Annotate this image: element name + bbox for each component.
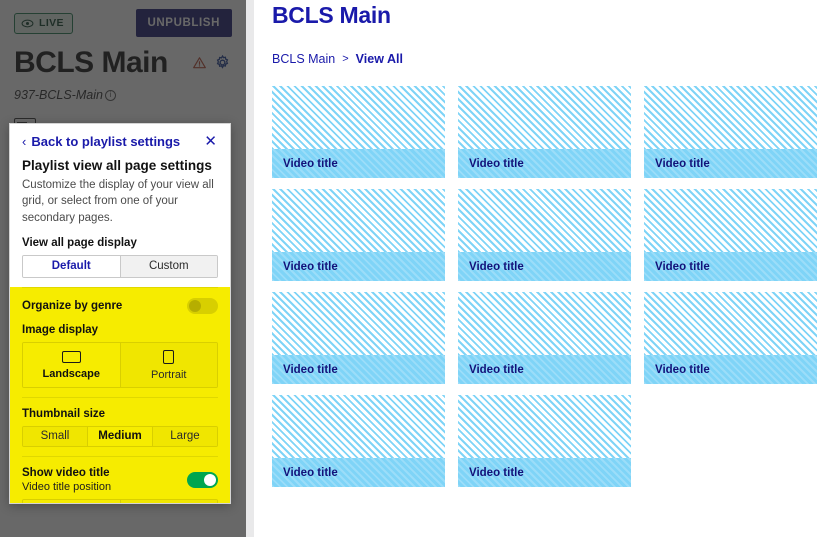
view-all-page-display-segmented: Default Custom	[22, 254, 218, 278]
playlist-title-row: BCLS Main	[14, 46, 232, 79]
image-display-portrait-label: Portrait	[151, 368, 187, 381]
video-title-band: Video title	[272, 458, 445, 487]
video-title-band: Video title	[644, 149, 817, 178]
thumbnail-size-label: Thumbnail size	[22, 407, 106, 420]
thumbnail-size-segmented: Small Medium Large	[22, 425, 218, 447]
breadcrumb-root[interactable]: BCLS Main	[272, 52, 335, 66]
video-title-position-inside[interactable]: Inside	[23, 499, 120, 503]
video-title-band: Video title	[644, 252, 817, 281]
video-title-text: Video title	[469, 157, 524, 170]
video-title-text: Video title	[655, 363, 710, 376]
toggle-knob	[189, 299, 201, 312]
playlist-title-icons	[192, 55, 232, 70]
image-display-option-portrait[interactable]: Portrait	[119, 342, 217, 387]
app-root: LIVE UNPUBLISH BCLS Main 937-BCLS-Main i…	[0, 0, 825, 537]
show-video-title-text: Show video title Video title position	[22, 467, 111, 493]
toggle-knob	[204, 473, 216, 486]
video-card[interactable]: Video title	[272, 189, 445, 281]
back-to-playlist-settings-link[interactable]: ‹ Back to playlist settings	[22, 134, 180, 149]
gear-icon[interactable]	[215, 55, 230, 70]
video-card[interactable]: Video title	[644, 86, 817, 178]
dialog-top-row: ‹ Back to playlist settings ✕	[22, 134, 218, 149]
video-card[interactable]: Video title	[644, 189, 817, 281]
video-title-band: Video title	[272, 149, 445, 178]
image-display-landscape-label: Landscape	[42, 367, 100, 380]
playlist-header-row: LIVE UNPUBLISH	[14, 9, 232, 37]
breadcrumb: BCLS Main > View All	[272, 52, 807, 66]
page-title: BCLS Main	[272, 2, 391, 28]
landscape-rectangle-icon	[61, 350, 81, 363]
video-title-band: Video title	[458, 355, 631, 384]
video-grid: Video title Video title Video title Video t…	[272, 86, 817, 487]
organize-by-genre-text: Organize by genre	[22, 300, 122, 312]
video-title-text: Video title	[469, 363, 524, 376]
organize-by-genre-row: Organize by genre	[22, 288, 218, 314]
video-card[interactable]: Video title	[272, 395, 445, 487]
dialog-description: Customize the display of your view all g…	[22, 179, 214, 224]
portrait-rectangle-icon	[163, 349, 175, 364]
video-title-text: Video title	[283, 157, 338, 170]
dialog-heading: Playlist view all page settings	[22, 158, 212, 173]
breadcrumb-separator-icon: >	[342, 53, 349, 65]
image-display-label: Image display	[22, 323, 99, 336]
video-title-position-segmented: Inside Outside	[22, 498, 218, 503]
video-title-position-label: Video title position	[22, 480, 112, 493]
highlighted-settings-group: Organize by genre Image display Landscap…	[10, 286, 230, 503]
video-card[interactable]: Video title	[458, 189, 631, 281]
warning-triangle-icon[interactable]	[192, 56, 207, 70]
thumbnail-size-option-small[interactable]: Small	[23, 426, 87, 446]
playlist-reference-id-text: 937-BCLS-Main	[14, 88, 103, 102]
video-card[interactable]: Video title	[458, 395, 631, 487]
show-video-title-row: Show video title Video title position	[22, 457, 218, 493]
video-title-text: Video title	[283, 260, 338, 273]
close-icon[interactable]: ✕	[203, 134, 218, 149]
video-card[interactable]: Video title	[644, 292, 817, 384]
video-card[interactable]: Video title	[458, 292, 631, 384]
video-title-position-outside[interactable]: Outside	[119, 499, 217, 503]
video-card[interactable]: Video title	[272, 292, 445, 384]
show-video-title-label: Show video title	[22, 466, 110, 479]
preview-pane: BCLS Main BCLS Main > View All Video tit…	[254, 0, 825, 537]
video-title-band: Video title	[272, 252, 445, 281]
organize-by-genre-toggle[interactable]	[187, 297, 218, 314]
breadcrumb-current[interactable]: View All	[356, 52, 403, 66]
video-title-text: Video title	[469, 260, 524, 273]
video-title-band: Video title	[644, 355, 817, 384]
thumbnail-size-option-large[interactable]: Large	[152, 426, 217, 446]
video-card[interactable]: Video title	[458, 86, 631, 178]
display-option-custom[interactable]: Custom	[119, 255, 217, 277]
back-link-label: Back to playlist settings	[31, 134, 181, 149]
playlist-title: BCLS Main	[14, 46, 168, 79]
video-title-text: Video title	[655, 260, 710, 273]
pane-divider	[246, 0, 254, 537]
organize-by-genre-label: Organize by genre	[22, 299, 123, 312]
video-title-band: Video title	[458, 252, 631, 281]
video-title-text: Video title	[469, 466, 524, 479]
status-badge-label: LIVE	[39, 17, 64, 29]
thumbnail-size-option-medium[interactable]: Medium	[87, 426, 152, 446]
video-title-text: Video title	[283, 466, 338, 479]
video-title-band: Video title	[458, 149, 631, 178]
info-icon[interactable]: i	[104, 89, 116, 101]
unpublish-button[interactable]: UNPUBLISH	[135, 9, 232, 37]
video-title-text: Video title	[283, 363, 338, 376]
show-video-title-toggle[interactable]	[187, 471, 218, 488]
video-title-band: Video title	[272, 355, 445, 384]
display-option-default[interactable]: Default	[23, 255, 120, 277]
status-badge: LIVE	[14, 12, 73, 34]
video-title-band: Video title	[458, 458, 631, 487]
playlist-reference-id: 937-BCLS-Main i	[14, 88, 232, 102]
video-card[interactable]: Video title	[272, 86, 445, 178]
eye-icon	[21, 19, 34, 27]
chevron-left-icon: ‹	[22, 134, 27, 149]
view-all-page-display-label: View all page display	[22, 236, 137, 249]
view-all-settings-dialog: ‹ Back to playlist settings ✕ Playlist v…	[9, 123, 231, 504]
image-display-option-landscape[interactable]: Landscape	[23, 342, 120, 387]
video-title-text: Video title	[655, 157, 710, 170]
image-display-segmented: Landscape Portrait	[22, 341, 218, 388]
